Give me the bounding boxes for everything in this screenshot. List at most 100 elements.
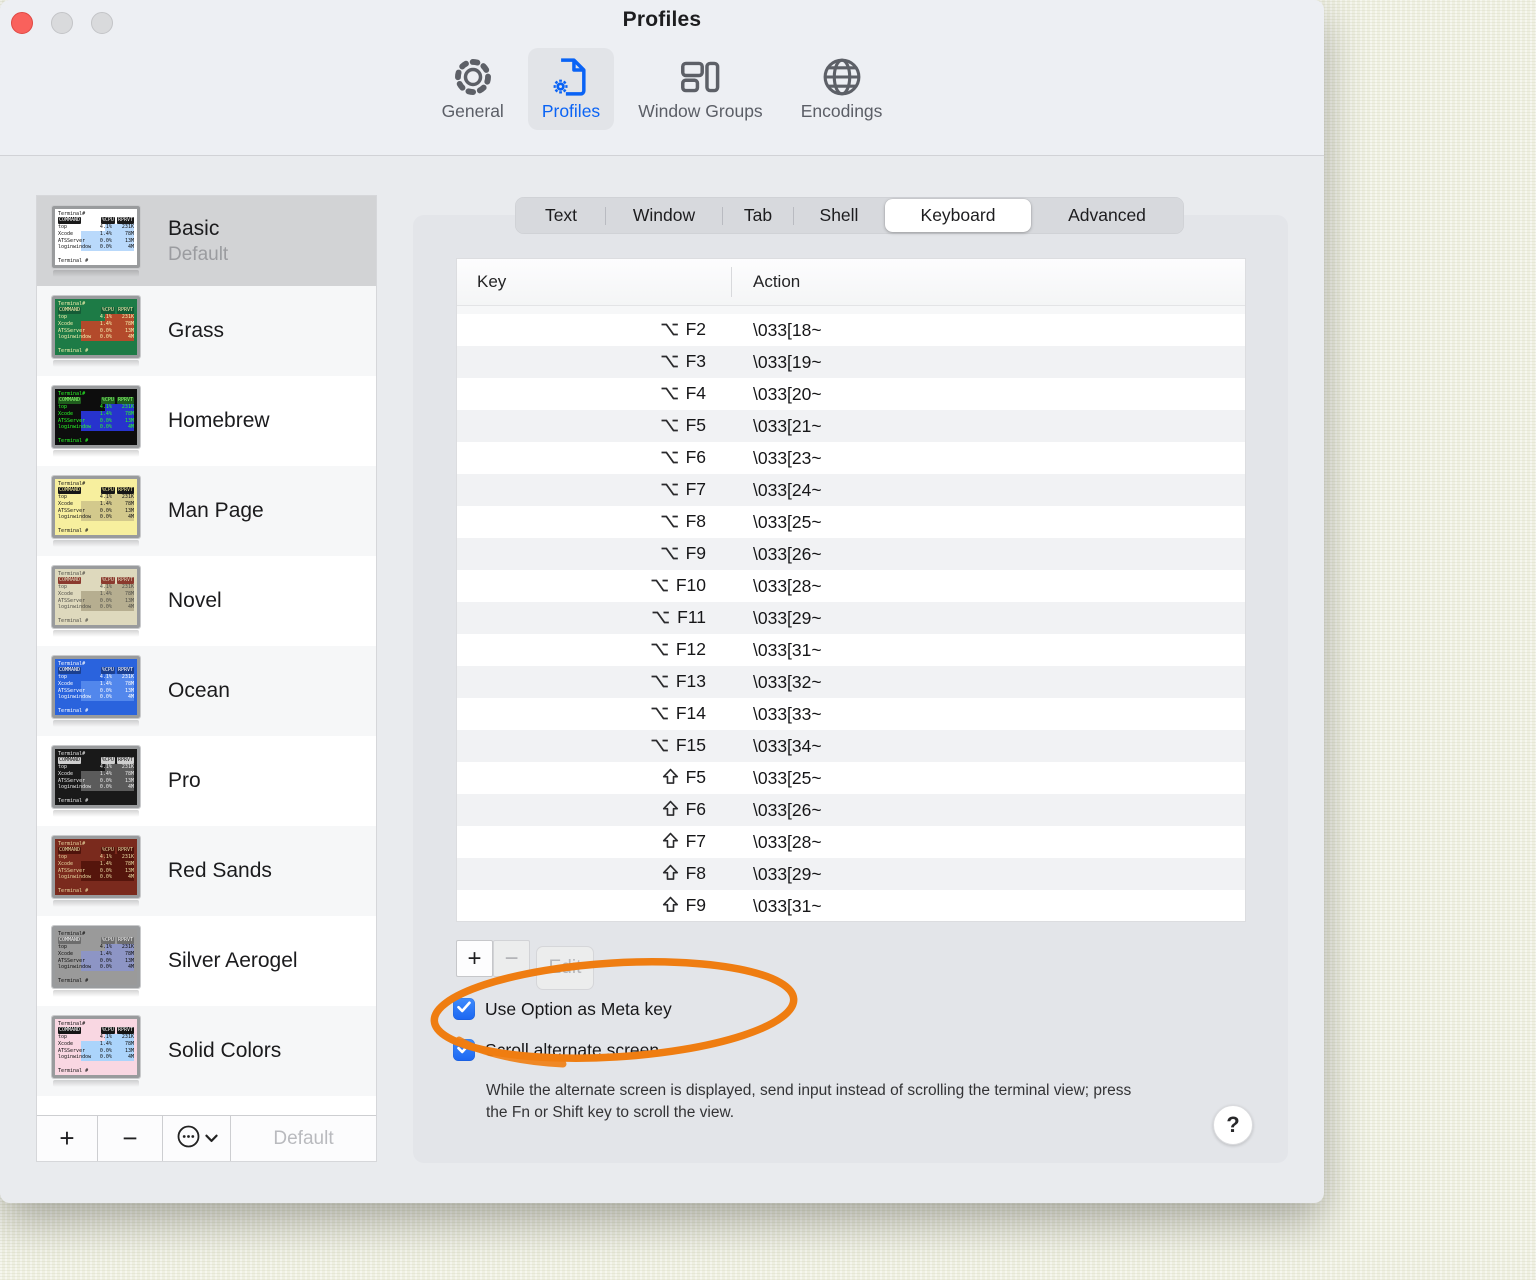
tab-tab[interactable]: Tab bbox=[723, 199, 793, 232]
profile-row-novel[interactable]: Terminal# COMMAND %CPU RPRVT top 4.1% 231K Xcod… bbox=[37, 556, 376, 646]
key-name: F3 bbox=[685, 350, 706, 371]
key-binding-row[interactable]: F8 \033[29~ bbox=[457, 858, 1245, 890]
profile-text: Basic Default bbox=[168, 217, 228, 266]
scroll-alternate-screen-checkbox[interactable] bbox=[453, 1039, 475, 1061]
tab-shell[interactable]: Shell bbox=[794, 199, 884, 232]
toolbar-item-general[interactable]: General bbox=[428, 48, 518, 130]
key-binding-row[interactable]: F3 \033[19~ bbox=[457, 346, 1245, 378]
key-binding-row[interactable]: F9 \033[26~ bbox=[457, 538, 1245, 570]
action-column-header[interactable]: Action bbox=[732, 272, 800, 292]
option-key-icon bbox=[660, 449, 679, 470]
chevron-down-icon bbox=[204, 1130, 218, 1148]
profile-row-solid-colors[interactable]: Terminal# COMMAND %CPU RPRVT top 4.1% 231K Xcod… bbox=[37, 1006, 376, 1096]
table-header[interactable]: Key Action bbox=[457, 259, 1245, 306]
preview-chip: COMMAND bbox=[58, 937, 82, 945]
tab-window[interactable]: Window bbox=[606, 199, 722, 232]
option-key-icon bbox=[660, 385, 679, 406]
remove-profile-button[interactable]: − bbox=[98, 1116, 162, 1161]
toolbar-item-window-groups[interactable]: Window Groups bbox=[624, 48, 777, 130]
key-column-header[interactable]: Key bbox=[457, 267, 732, 297]
profile-row-ocean[interactable]: Terminal# COMMAND %CPU RPRVT top 4.1% 231K Xcod… bbox=[37, 646, 376, 736]
key-cell: F15 bbox=[457, 735, 732, 758]
profile-row-pro[interactable]: Terminal# COMMAND %CPU RPRVT top 4.1% 231K Xcod… bbox=[37, 736, 376, 826]
profile-row-basic[interactable]: Terminal# COMMAND %CPU RPRVT top 4.1% 231K Xcod… bbox=[37, 196, 376, 286]
checkmark-icon bbox=[457, 1041, 471, 1059]
key-bindings-table: Key Action F2 \033[18~ F3 \033[19~ F4 \033[20… bbox=[456, 258, 1246, 922]
key-binding-row[interactable]: F10 \033[28~ bbox=[457, 570, 1245, 602]
preview-chip: RPRVT bbox=[116, 487, 134, 495]
preview-header-chips: COMMAND %CPU RPRVT bbox=[58, 1027, 134, 1035]
key-binding-row[interactable]: F2 \033[18~ bbox=[457, 314, 1245, 346]
action-cell: \033[26~ bbox=[753, 543, 822, 564]
profile-row-man-page[interactable]: Terminal# COMMAND %CPU RPRVT top 4.1% 231K Xcod… bbox=[37, 466, 376, 556]
edit-binding-button[interactable]: Edit bbox=[536, 946, 594, 990]
preview-process-row: ATSServer 0.0% 13M bbox=[58, 1047, 134, 1055]
preview-title-line: Terminal# bbox=[58, 390, 86, 397]
key-binding-row[interactable]: F11 \033[29~ bbox=[457, 602, 1245, 634]
window-title: Profiles bbox=[622, 8, 702, 31]
key-binding-row[interactable]: F4 \033[20~ bbox=[457, 378, 1245, 410]
key-binding-row[interactable]: F15 \033[34~ bbox=[457, 730, 1245, 762]
help-button[interactable]: ? bbox=[1213, 1105, 1253, 1145]
scroll-alternate-screen-row: Scroll alternate screen bbox=[453, 1039, 659, 1061]
add-binding-button[interactable]: + bbox=[456, 940, 493, 977]
profile-text: Silver Aerogel bbox=[168, 949, 298, 973]
toolbar: General Profiles Window Groups Encodings bbox=[0, 48, 1324, 130]
key-name: F14 bbox=[675, 702, 706, 723]
toolbar-item-label: Window Groups bbox=[638, 101, 763, 121]
profile-row-grass[interactable]: Terminal# COMMAND %CPU RPRVT top 4.1% 231K Xcod… bbox=[37, 286, 376, 376]
profile-row-silver-aerogel[interactable]: Terminal# COMMAND %CPU RPRVT top 4.1% 231K Xcod… bbox=[37, 916, 376, 1006]
key-binding-row[interactable]: F9 \033[31~ bbox=[457, 890, 1245, 921]
action-cell: \033[31~ bbox=[753, 639, 822, 660]
key-binding-row[interactable]: F12 \033[31~ bbox=[457, 634, 1245, 666]
preview-process-row: loginwindow 0.0% 4M bbox=[58, 784, 134, 792]
checkmark-icon bbox=[457, 1000, 471, 1018]
default-button[interactable]: Default bbox=[231, 1116, 376, 1161]
key-name: F11 bbox=[677, 606, 706, 627]
key-name: F6 bbox=[685, 446, 706, 467]
more-options-button[interactable] bbox=[163, 1116, 230, 1161]
profile-name: Pro bbox=[168, 769, 201, 792]
tab-keyboard[interactable]: Keyboard bbox=[885, 199, 1031, 232]
preview-title-line: Terminal# bbox=[58, 570, 86, 577]
key-cell: F11 bbox=[457, 607, 732, 630]
profile-text: Solid Colors bbox=[168, 1039, 281, 1063]
preview-chip: RPRVT bbox=[116, 397, 134, 405]
use-option-as-meta-row: Use Option as Meta key bbox=[453, 998, 672, 1020]
preview-header-chips: COMMAND %CPU RPRVT bbox=[58, 487, 134, 495]
preview-process-row: Xcode 1.4% 78M bbox=[58, 230, 134, 238]
key-name: F5 bbox=[685, 766, 706, 787]
thumbnail-reflection bbox=[53, 989, 139, 997]
key-binding-row[interactable]: F5 \033[21~ bbox=[457, 410, 1245, 442]
profile-thumbnail: Terminal# COMMAND %CPU RPRVT top 4.1% 231K Xcod… bbox=[51, 1014, 142, 1087]
key-binding-row[interactable]: F14 \033[33~ bbox=[457, 698, 1245, 730]
profile-row-red-sands[interactable]: Terminal# COMMAND %CPU RPRVT top 4.1% 231K Xcod… bbox=[37, 826, 376, 916]
action-cell: \033[25~ bbox=[753, 767, 822, 788]
key-binding-row[interactable]: F7 \033[24~ bbox=[457, 474, 1245, 506]
terminal-preview: Terminal# COMMAND %CPU RPRVT top 4.1% 231K Xcod… bbox=[51, 924, 141, 989]
key-name: F7 bbox=[685, 478, 706, 499]
profile-rows: Terminal# COMMAND %CPU RPRVT top 4.1% 231K Xcod… bbox=[37, 196, 376, 1116]
remove-binding-button[interactable]: − bbox=[493, 940, 530, 977]
key-binding-row[interactable]: F7 \033[28~ bbox=[457, 826, 1245, 858]
key-name: F15 bbox=[675, 734, 706, 755]
key-binding-row[interactable]: F6 \033[23~ bbox=[457, 442, 1245, 474]
key-binding-row[interactable]: F8 \033[25~ bbox=[457, 506, 1245, 538]
key-binding-row[interactable]: F6 \033[26~ bbox=[457, 794, 1245, 826]
toolbar-item-profiles[interactable]: Profiles bbox=[527, 48, 615, 130]
tab-text[interactable]: Text bbox=[517, 199, 605, 232]
preview-chip: COMMAND bbox=[58, 307, 82, 315]
profile-name: Novel bbox=[168, 589, 222, 612]
key-binding-row[interactable]: F13 \033[32~ bbox=[457, 666, 1245, 698]
key-binding-row[interactable]: F5 \033[25~ bbox=[457, 762, 1245, 794]
toolbar-item-encodings[interactable]: Encodings bbox=[787, 48, 897, 130]
add-profile-button[interactable]: + bbox=[37, 1116, 97, 1161]
preview-process-row: Xcode 1.4% 78M bbox=[58, 950, 134, 958]
key-cell: F6 bbox=[457, 447, 732, 470]
use-option-as-meta-checkbox[interactable] bbox=[453, 998, 475, 1020]
profile-thumbnail: Terminal# COMMAND %CPU RPRVT top 4.1% 231K Xcod… bbox=[51, 294, 142, 367]
profile-name: Silver Aerogel bbox=[168, 949, 298, 972]
tab-advanced[interactable]: Advanced bbox=[1032, 199, 1182, 232]
key-cell: F12 bbox=[457, 639, 732, 662]
profile-row-homebrew[interactable]: Terminal# COMMAND %CPU RPRVT top 4.1% 231K Xcod… bbox=[37, 376, 376, 466]
